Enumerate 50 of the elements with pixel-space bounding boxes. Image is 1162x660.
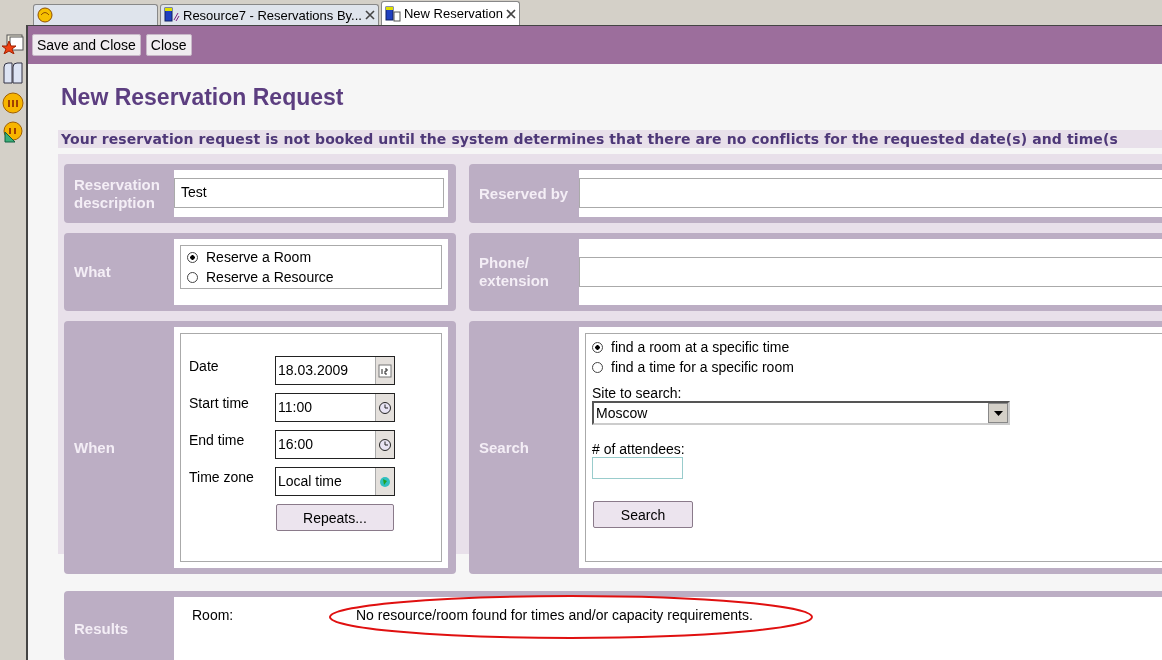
field-label: Start time — [189, 394, 250, 413]
field-label: End time — [189, 431, 246, 450]
tab[interactable]: New Reservation — [380, 1, 520, 25]
radio-label: find a room at a specific time — [611, 339, 790, 355]
clock-icon[interactable] — [378, 437, 392, 452]
folder-star-icon[interactable] — [2, 32, 24, 54]
field-label: Time zone — [189, 468, 255, 487]
section-label: Results — [74, 620, 130, 638]
section-label: Reservation description — [74, 175, 161, 212]
text-field[interactable] — [579, 178, 1162, 208]
section-label: Search — [479, 438, 531, 457]
time-field[interactable]: 11:00 — [275, 393, 395, 422]
caret-icon[interactable] — [993, 410, 1003, 416]
radio-button[interactable] — [592, 361, 603, 373]
radio-label: Reserve a Resource — [206, 269, 334, 285]
section-label: Reserved by — [479, 184, 570, 203]
book-icon — [164, 7, 180, 23]
result-message: No resource/room found for times and/or capacity requirements. — [356, 607, 753, 623]
field-label: Room: — [192, 607, 235, 623]
radio-button[interactable] — [187, 271, 198, 283]
search-button[interactable]: Search — [593, 501, 693, 528]
date-field[interactable]: 18.03.2009 — [275, 356, 395, 385]
attendees-field[interactable] — [592, 457, 683, 479]
text-field[interactable] — [579, 257, 1162, 287]
page-title: New Reservation Request — [61, 84, 345, 111]
site-dropdown[interactable]: Moscow — [592, 401, 1010, 425]
notice-text: Your reservation request is not booked until the system determines that there are no conflicts for the requested date(s) and time(s — [58, 130, 1162, 148]
radio-button[interactable] — [187, 251, 198, 263]
section-label: Phone/ extension — [479, 254, 551, 290]
book-page-icon — [384, 5, 401, 22]
close-icon[interactable] — [364, 10, 375, 20]
close-icon[interactable] — [505, 8, 516, 19]
repeats-button[interactable]: Repeats... — [276, 504, 394, 531]
tab[interactable] — [33, 4, 158, 25]
section-label: What — [74, 263, 112, 281]
tab[interactable]: Resource7 - Reservations By... — [160, 4, 379, 25]
toolbar-button[interactable]: Close — [145, 34, 192, 56]
toolbar-button[interactable]: Save and Close — [32, 34, 141, 56]
radio-button[interactable] — [592, 341, 603, 353]
field-label: Site to search: — [592, 385, 683, 401]
field-label: Date — [189, 357, 220, 376]
field-label: # of attendees: — [592, 441, 686, 457]
time-field[interactable]: 16:00 — [275, 430, 395, 459]
text-field[interactable]: Test — [174, 178, 444, 208]
clock-icon[interactable] — [378, 400, 392, 415]
zone-field[interactable]: Local time — [275, 467, 395, 496]
radio-label: find a time for a specific room — [611, 359, 794, 375]
radio-label: Reserve a Room — [206, 249, 312, 265]
section-label: When — [74, 438, 116, 457]
documents-icon[interactable] — [2, 61, 24, 85]
